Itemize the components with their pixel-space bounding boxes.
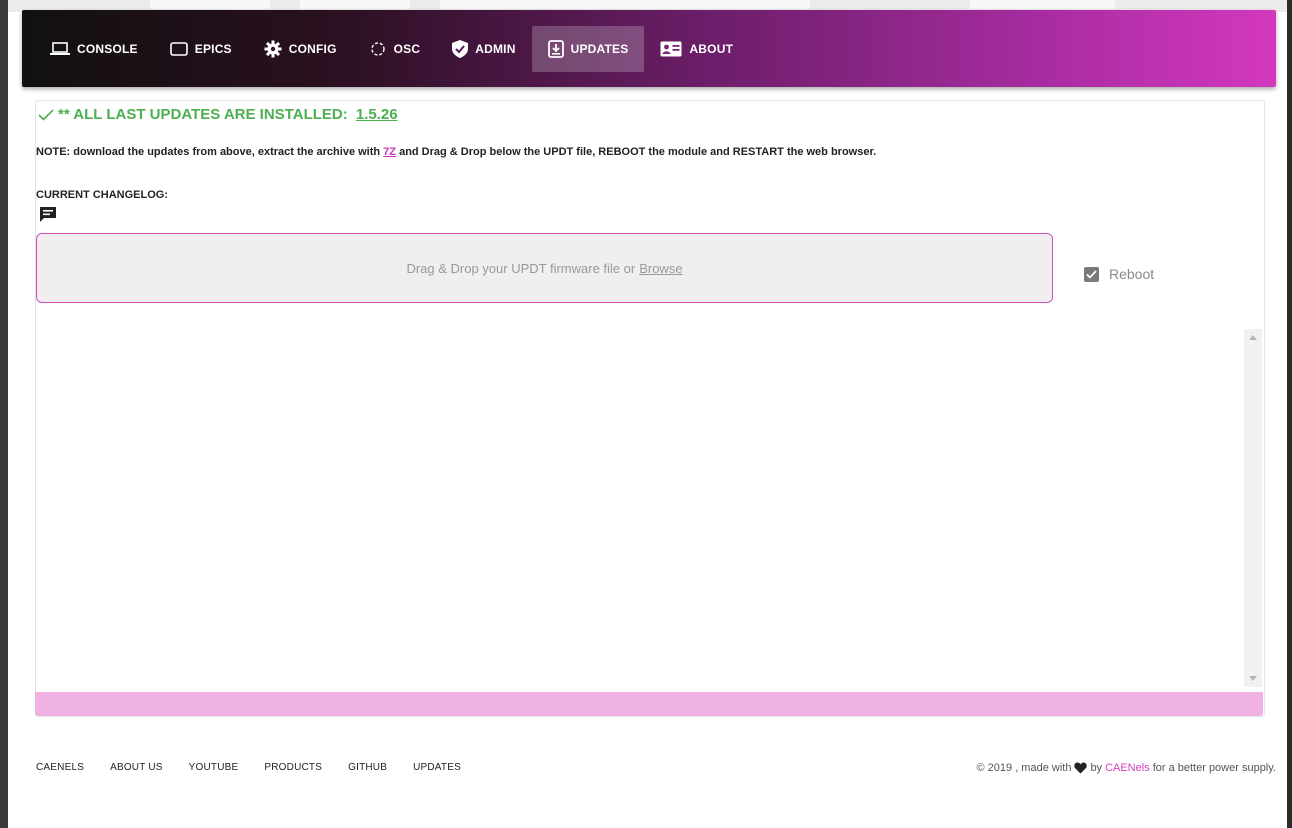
nav-label: ABOUT (689, 42, 734, 56)
firmware-dropzone[interactable]: Drag & Drop your UPDT firmware file or B… (36, 233, 1053, 303)
update-note: NOTE: download the updates from above, e… (36, 146, 876, 158)
nav-item-config[interactable]: CONFIG (248, 26, 353, 72)
nav-items: CONSOLE EPICS CONFIG OSC ADMIN UPDATES A… (34, 26, 749, 72)
download-box-icon (547, 40, 564, 58)
nav-label: CONSOLE (77, 42, 138, 56)
footer-link-caenels[interactable]: CAENELS (36, 762, 84, 773)
background-tab-hint (150, 0, 270, 9)
tagline-text: for a better power supply. (1152, 762, 1276, 774)
footer-links: CAENELS ABOUT US YOUTUBE PRODUCTS GITHUB… (36, 762, 487, 773)
footer-link-github[interactable]: GITHUB (348, 762, 387, 773)
nav-label: CONFIG (288, 42, 337, 56)
top-navbar: CONSOLE EPICS CONFIG OSC ADMIN UPDATES A… (22, 10, 1276, 87)
nav-item-osc[interactable]: OSC (353, 26, 437, 72)
changelog-log-area[interactable] (36, 329, 1244, 687)
reboot-label: Reboot (1109, 266, 1155, 282)
gear-icon (264, 40, 282, 58)
log-scrollbar[interactable] (1244, 329, 1262, 687)
brand-link[interactable]: CAENels (1105, 762, 1150, 774)
background-tab-hint (440, 0, 810, 9)
changelog-toggle[interactable] (39, 206, 57, 228)
nav-label: ADMIN (475, 42, 516, 56)
scroll-up-arrow-icon[interactable] (1249, 335, 1257, 340)
nav-item-updates[interactable]: UPDATES (531, 26, 645, 72)
check-icon (38, 108, 54, 121)
nav-label: EPICS (194, 42, 232, 56)
background-tab-hint (300, 0, 410, 9)
note-text-after: and Drag & Drop below the UPDT file, REB… (396, 146, 877, 158)
footer-link-products[interactable]: PRODUCTS (264, 762, 322, 773)
tablet-icon (169, 42, 188, 56)
id-card-icon (660, 41, 682, 57)
heart-icon (1074, 762, 1088, 774)
footer-link-youtube[interactable]: YOUTUBE (189, 762, 239, 773)
browse-link[interactable]: Browse (639, 261, 682, 276)
footer-link-about-us[interactable]: ABOUT US (110, 762, 163, 773)
dropzone-text: Drag & Drop your UPDT firmware file or (406, 260, 636, 276)
laptop-icon (50, 42, 70, 55)
status-text: ** ALL LAST UPDATES ARE INSTALLED: (58, 106, 352, 123)
oscilloscope-icon (370, 42, 385, 56)
nav-label: UPDATES (570, 42, 629, 56)
nav-label: OSC (393, 42, 421, 56)
nav-item-epics[interactable]: EPICS (154, 26, 248, 72)
scroll-down-arrow-icon[interactable] (1249, 676, 1257, 681)
footer-link-updates[interactable]: UPDATES (413, 762, 461, 773)
updates-card: ** ALL LAST UPDATES ARE INSTALLED: 1.5.2… (35, 100, 1265, 717)
changelog-label: CURRENT CHANGELOG: (36, 189, 168, 201)
7z-link[interactable]: 7Z (383, 146, 396, 158)
checkbox-checked-icon (1084, 266, 1099, 282)
window-left-edge (0, 0, 8, 828)
footer-copyright: © 2019 , made with by CAENels for a bett… (977, 762, 1277, 774)
copyright-text: © 2019 , made with (976, 762, 1072, 774)
note-text-before: NOTE: download the updates from above, e… (36, 146, 384, 158)
window-right-edge (1287, 0, 1292, 828)
reboot-checkbox[interactable]: Reboot (1084, 266, 1154, 282)
comment-icon (40, 207, 56, 222)
version-link[interactable]: 1.5.26 (356, 106, 398, 123)
nav-item-about[interactable]: ABOUT (644, 26, 749, 72)
shield-check-icon (452, 40, 469, 58)
nav-item-console[interactable]: CONSOLE (34, 26, 154, 72)
update-status: ** ALL LAST UPDATES ARE INSTALLED: 1.5.2… (38, 106, 398, 123)
by-text: by (1090, 762, 1103, 774)
upload-progress-bar (35, 692, 1263, 716)
background-tab-hint (970, 0, 1115, 9)
nav-item-admin[interactable]: ADMIN (436, 26, 531, 72)
